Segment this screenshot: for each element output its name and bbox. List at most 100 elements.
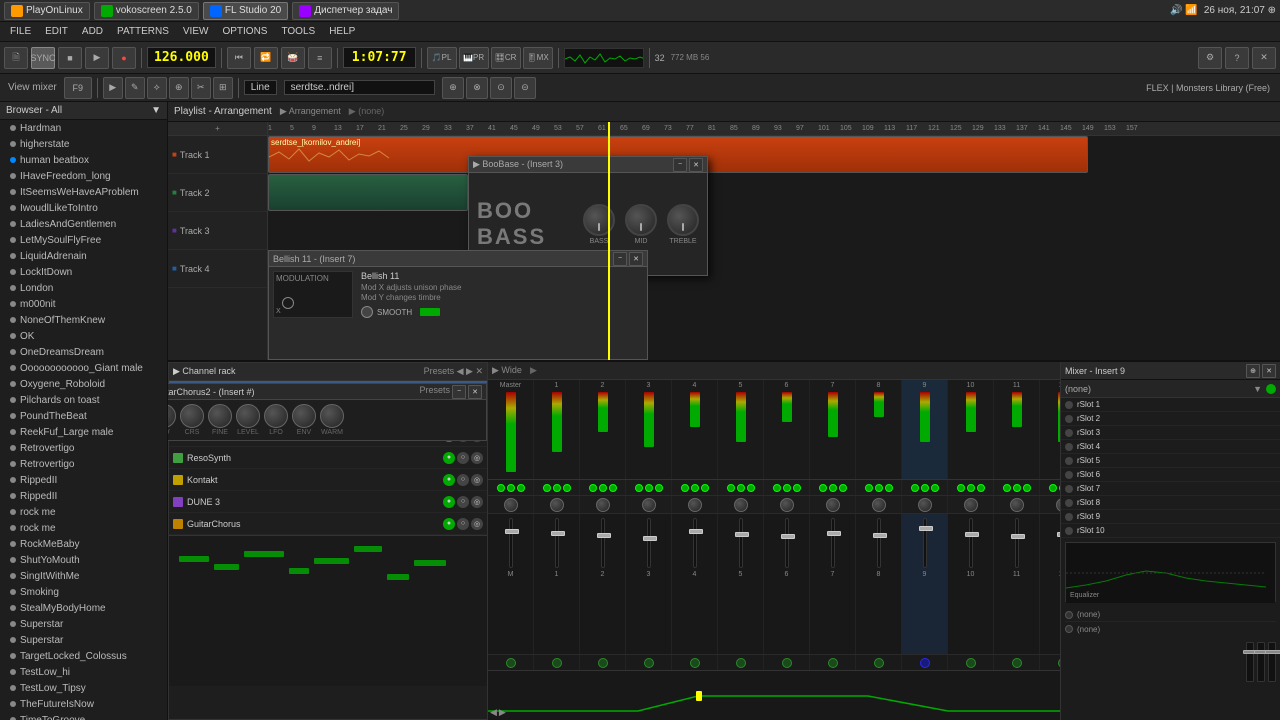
pan-knob-3[interactable] [642,498,656,512]
menu-patterns[interactable]: PATTERNS [111,25,175,38]
boobass-minimize[interactable]: − [673,158,687,172]
send-dot-10-2[interactable] [977,484,985,492]
sidebar-item-7[interactable]: LetMySoulFlyFree [0,232,167,248]
sidebar-item-14[interactable]: OneDreamsDream [0,344,167,360]
sidebar-item-19[interactable]: ReekFuf_Large male [0,424,167,440]
prev-btn[interactable]: ⏮ [227,47,251,69]
playlist-btn[interactable]: 🎵PL [427,47,457,69]
send-dot-11-2[interactable] [1023,484,1031,492]
inst-btn-3-1[interactable]: ○ [457,452,469,464]
bottom-circle-dot-2[interactable] [598,658,608,668]
sidebar-item-34[interactable]: TestLow_hi [0,664,167,680]
sidebar-item-18[interactable]: PoundTheBeat [0,408,167,424]
sidebar-item-31[interactable]: Superstar [0,616,167,632]
pan-knob-11[interactable] [1010,498,1024,512]
bottom-circle-dot-1[interactable] [552,658,562,668]
send-dot-1-0[interactable] [543,484,551,492]
insert-slot-2[interactable]: rSlot 3 [1061,426,1280,440]
fader-handle-1[interactable] [551,531,565,536]
stop-btn[interactable]: ■ [58,47,82,69]
taskbar-app-vokoscreen[interactable]: vokoscreen 2.5.0 [94,2,199,20]
send-dot-0-2[interactable] [517,484,525,492]
vu-strip-0[interactable]: Master [488,380,534,479]
sidebar-item-35[interactable]: TestLow_Tipsy [0,680,167,696]
sidebar-item-33[interactable]: TargetLocked_Colossus [0,648,167,664]
taskbar-app-playonlinux[interactable]: PlayOnLinux [4,2,90,20]
gc-level-knob[interactable] [236,404,260,428]
tb2-ctrl4[interactable]: ⊝ [514,77,536,99]
settings-btn[interactable]: ⚙ [1198,47,1222,69]
menu-tools[interactable]: TOOLS [275,25,321,38]
sidebar-item-9[interactable]: LockItDown [0,264,167,280]
insert-fader-2[interactable] [1257,642,1265,682]
send-dot-4-0[interactable] [681,484,689,492]
channel-rack-item-6[interactable]: GuitarChorus●○◎ [169,513,487,535]
bottom-circle-dot-0[interactable] [506,658,516,668]
inst-btn-4-1[interactable]: ○ [457,474,469,486]
send-dot-1-1[interactable] [553,484,561,492]
sidebar-item-30[interactable]: StealMyBodyHome [0,600,167,616]
pan-knob-5[interactable] [734,498,748,512]
sidebar-item-27[interactable]: ShutYoMouth [0,552,167,568]
taskbar-app-flstudio[interactable]: FL Studio 20 [203,2,288,20]
insert-slot-7[interactable]: rSlot 8 [1061,496,1280,510]
bottom-circle-dot-7[interactable] [828,658,838,668]
fader-handle-8[interactable] [873,533,887,538]
record-btn[interactable]: ● [112,47,136,69]
sidebar-item-22[interactable]: RippedII [0,472,167,488]
tb2-1[interactable]: ▶ [103,77,123,99]
insert-slot-0[interactable]: rSlot 1 [1061,398,1280,412]
inst-btn-4-2[interactable]: ◎ [471,474,483,486]
bottom-circle-dot-8[interactable] [874,658,884,668]
send-dot-8-1[interactable] [875,484,883,492]
tb2-5[interactable]: ✂ [191,77,211,99]
sidebar-item-32[interactable]: Superstar [0,632,167,648]
inst-btn-5-1[interactable]: ○ [457,496,469,508]
send-dot-6-0[interactable] [773,484,781,492]
insert-expand[interactable]: ⊕ [1246,364,1260,378]
tb2-6[interactable]: ⊞ [213,77,233,99]
sidebar-item-26[interactable]: RockMeBaby [0,536,167,552]
sidebar-item-24[interactable]: rock me [0,504,167,520]
vu-strip-11[interactable]: 11 [994,380,1040,479]
vu-strip-8[interactable]: 8 [856,380,902,479]
help-btn[interactable]: ? [1225,47,1249,69]
pan-knob-4[interactable] [688,498,702,512]
bottom-circle-dot-5[interactable] [736,658,746,668]
sidebar-item-1[interactable]: higherstate [0,136,167,152]
send-dot-6-1[interactable] [783,484,791,492]
send-dot-0-0[interactable] [497,484,505,492]
sidebar-item-12[interactable]: NoneOfThemKnew [0,312,167,328]
send-dot-9-1[interactable] [921,484,929,492]
send-dot-2-0[interactable] [589,484,597,492]
gc-close[interactable]: ✕ [468,385,482,399]
sidebar-item-10[interactable]: London [0,280,167,296]
bottom-circle-dot-9[interactable] [920,658,930,668]
sync-btn[interactable]: SYNC [31,47,55,69]
vu-strip-7[interactable]: 7 [810,380,856,479]
pan-knob-2[interactable] [596,498,610,512]
sidebar-item-8[interactable]: LiquidAdrenain [0,248,167,264]
mixer-btn[interactable]: 🎚MX [523,47,553,69]
bottom-circle-dot-10[interactable] [966,658,976,668]
fader-handle-4[interactable] [689,529,703,534]
send-dot-9-2[interactable] [931,484,939,492]
gc-warm-knob[interactable] [320,404,344,428]
insert-slot-4[interactable]: rSlot 5 [1061,454,1280,468]
treble-knob[interactable] [667,204,699,236]
send-dot-5-1[interactable] [737,484,745,492]
send-slot-2[interactable]: (none) [1065,622,1276,636]
send-dot-10-1[interactable] [967,484,975,492]
inst-btn-5-0[interactable]: ● [443,496,455,508]
gc-minimize[interactable]: − [452,385,466,399]
menu-edit[interactable]: EDIT [39,25,74,38]
vu-strip-1[interactable]: 1 [534,380,580,479]
menu-options[interactable]: OPTIONS [216,25,273,38]
gc-env-knob[interactable] [292,404,316,428]
sidebar-expand[interactable]: ▼ [151,105,161,116]
pan-knob-10[interactable] [964,498,978,512]
metro-btn[interactable]: 🥁 [281,47,305,69]
send-dot-4-1[interactable] [691,484,699,492]
f9-btn[interactable]: F9 [64,77,92,99]
inst-btn-4-0[interactable]: ● [443,474,455,486]
